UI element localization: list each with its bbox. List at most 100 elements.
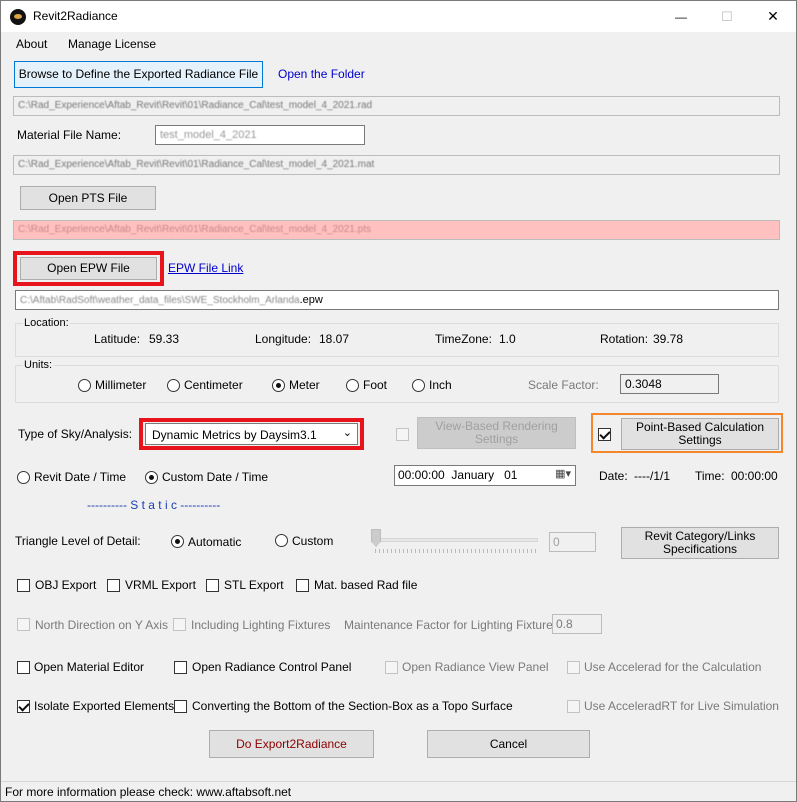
unit-foot-radio[interactable] — [346, 379, 359, 392]
stl-export-checkbox[interactable] — [206, 579, 219, 592]
rotation-value: 39.78 — [653, 332, 684, 346]
menu-manage-license[interactable]: Manage License — [68, 37, 156, 51]
mat-based-rad-label: Mat. based Rad file — [314, 578, 418, 592]
date-time-picker[interactable]: 00:00:00 January 01 ▦▾ — [394, 465, 576, 486]
obj-export-label: OBJ Export — [35, 578, 97, 592]
open-folder-link[interactable]: Open the Folder — [278, 67, 365, 81]
custom-date-time-radio[interactable] — [145, 471, 158, 484]
pts-file-path: C:\Rad_Experience\Aftab_Revit\Revit\01\R… — [18, 224, 371, 235]
open-epw-file-button[interactable]: Open EPW File — [20, 257, 157, 280]
pts-file-path-field: C:\Rad_Experience\Aftab_Revit\Revit\01\R… — [13, 220, 780, 240]
accelerad-label: Use Accelerad for the Calculation — [584, 660, 762, 674]
mat-file-path-field: C:\Rad_Experience\Aftab_Revit\Revit\01\R… — [13, 155, 780, 175]
material-file-name-label: Material File Name: — [17, 128, 122, 142]
minimize-button[interactable]: — — [658, 1, 704, 32]
browse-radiance-file-button[interactable]: Browse to Define the Exported Radiance F… — [14, 61, 263, 88]
status-text: For more information please check: www.a… — [5, 785, 292, 799]
revit-date-time-radio[interactable] — [17, 471, 30, 484]
latitude-label: Latitude: — [94, 332, 141, 346]
unit-foot-label: Foot — [363, 378, 388, 392]
time-value: 00:00:00 — [731, 469, 778, 483]
radiance-view-panel-label: Open Radiance View Panel — [402, 660, 549, 674]
scale-factor-label: Scale Factor: — [528, 378, 599, 392]
point-based-calculation-button[interactable]: Point-Based Calculation Settings — [621, 418, 779, 450]
triangle-detail-label: Triangle Level of Detail: — [15, 534, 141, 548]
obj-export-checkbox[interactable] — [17, 579, 30, 592]
point-based-checkbox[interactable] — [598, 428, 611, 441]
unit-inch-radio[interactable] — [412, 379, 425, 392]
scale-factor-value: 0.3048 — [625, 377, 662, 391]
scale-factor-input[interactable]: 0.3048 — [620, 374, 719, 394]
static-mode-label: ---------- S t a t i c ---------- — [87, 498, 221, 512]
radiance-control-panel-checkbox[interactable] — [174, 661, 187, 674]
view-based-checkbox[interactable] — [396, 428, 409, 441]
epw-path: C:\Aftab\RadSoft\weather_data_files\SWE_… — [20, 295, 300, 306]
detail-custom-radio[interactable] — [275, 534, 288, 547]
revit-category-button[interactable]: Revit Category/Links Specifications — [621, 527, 779, 559]
sky-type-label: Type of Sky/Analysis: — [18, 427, 133, 441]
lighting-fixtures-checkbox[interactable] — [173, 618, 186, 631]
detail-automatic-radio[interactable] — [171, 535, 184, 548]
do-export-button[interactable]: Do Export2Radiance — [209, 730, 374, 758]
longitude-value: 18.07 — [319, 332, 350, 346]
unit-centimeter-radio[interactable] — [167, 379, 180, 392]
revit-date-time-label: Revit Date / Time — [34, 470, 127, 484]
detail-slider-track[interactable] — [372, 538, 538, 542]
detail-custom-value-input[interactable]: 0 — [549, 532, 596, 552]
stl-export-label: STL Export — [224, 578, 284, 592]
epw-file-link[interactable]: EPW File Link — [168, 261, 243, 275]
menu-bar: About Manage License — [1, 33, 796, 55]
vrml-export-checkbox[interactable] — [107, 579, 120, 592]
detail-custom-value: 0 — [553, 535, 560, 549]
epw-path-field[interactable]: C:\Aftab\RadSoft\weather_data_files\SWE_… — [15, 290, 779, 310]
maintenance-factor-value: 0.8 — [556, 617, 573, 631]
maintenance-factor-label: Maintenance Factor for Lighting Fixtures… — [344, 618, 563, 632]
vrml-export-label: VRML Export — [125, 578, 196, 592]
mat-based-rad-checkbox[interactable] — [296, 579, 309, 592]
timezone-label: TimeZone: — [435, 332, 492, 346]
accelerad-checkbox[interactable] — [567, 661, 580, 674]
date-value: ----/1/1 — [634, 469, 670, 483]
calendar-dropdown-icon[interactable]: ▦▾ — [555, 467, 571, 480]
view-based-rendering-button[interactable]: View-Based Rendering Settings — [417, 417, 576, 449]
detail-custom-label: Custom — [292, 534, 334, 548]
app-logo-icon — [10, 9, 26, 25]
isolate-elements-checkbox[interactable] — [17, 700, 30, 713]
acceleradrt-checkbox[interactable] — [567, 700, 580, 713]
acceleradrt-label: Use AcceleradRT for Live Simulation — [584, 699, 779, 713]
north-direction-checkbox[interactable] — [17, 618, 30, 631]
epw-path-extension: .epw — [299, 294, 323, 306]
maximize-button[interactable]: ☐ — [704, 1, 750, 32]
detail-slider-thumb[interactable] — [371, 529, 381, 547]
cancel-button[interactable]: Cancel — [427, 730, 590, 758]
app-window: Revit2Radiance — ☐ ✕ About Manage Licens… — [0, 0, 797, 802]
longitude-label: Longitude: — [255, 332, 312, 346]
unit-meter-label: Meter — [289, 378, 320, 392]
custom-date-time-label: Custom Date / Time — [162, 470, 269, 484]
material-editor-label: Open Material Editor — [34, 660, 145, 674]
radiance-view-panel-checkbox[interactable] — [385, 661, 398, 674]
sky-type-select[interactable]: Dynamic Metrics by Daysim3.1 ⌄ — [145, 423, 358, 445]
unit-inch-label: Inch — [429, 378, 452, 392]
material-file-name-input[interactable]: test_model_4_2021 — [155, 125, 365, 145]
material-editor-checkbox[interactable] — [17, 661, 30, 674]
units-group-label: Units: — [23, 359, 54, 371]
picker-time: 00:00:00 — [398, 468, 445, 482]
latitude-value: 59.33 — [149, 332, 180, 346]
menu-about[interactable]: About — [16, 37, 47, 51]
section-box-topo-label: Converting the Bottom of the Section-Box… — [192, 699, 513, 713]
isolate-elements-label: Isolate Exported Elements — [34, 699, 175, 713]
unit-meter-radio[interactable] — [272, 379, 285, 392]
timezone-value: 1.0 — [499, 332, 516, 346]
rad-file-path-field: C:\Rad_Experience\Aftab_Revit\Revit\01\R… — [13, 96, 780, 116]
open-pts-file-button[interactable]: Open PTS File — [20, 186, 156, 210]
detail-automatic-label: Automatic — [188, 535, 242, 549]
detail-slider-ticks — [375, 549, 538, 553]
section-box-topo-checkbox[interactable] — [174, 700, 187, 713]
unit-millimeter-radio[interactable] — [78, 379, 91, 392]
close-button[interactable]: ✕ — [750, 1, 796, 32]
unit-centimeter-label: Centimeter — [184, 378, 243, 392]
maintenance-factor-input[interactable]: 0.8 — [552, 614, 602, 634]
rad-file-path: C:\Rad_Experience\Aftab_Revit\Revit\01\R… — [18, 100, 373, 111]
picker-month: January — [451, 468, 495, 482]
